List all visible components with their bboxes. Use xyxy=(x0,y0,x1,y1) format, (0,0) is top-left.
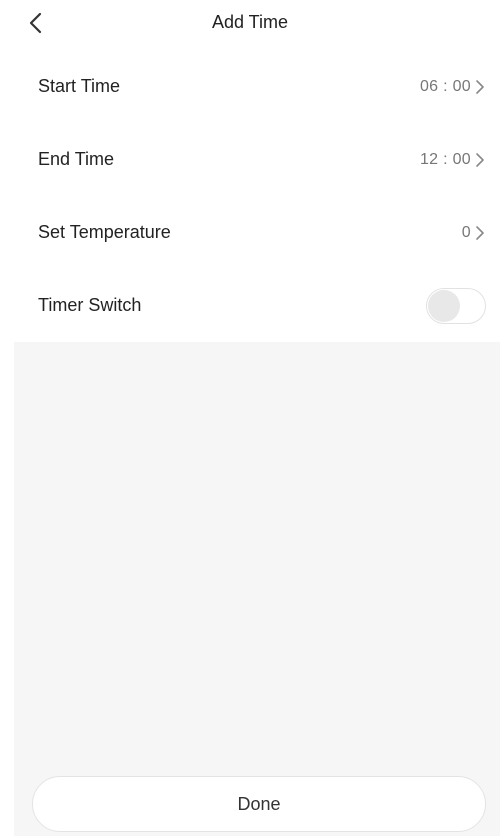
start-time-value: 06 : 00 xyxy=(419,77,471,95)
start-time-label: Start Time xyxy=(38,76,121,96)
end-time-row[interactable]: End Time 12 : 00 xyxy=(0,123,500,196)
chevron-right-icon xyxy=(474,224,486,242)
settings-list: Start Time 06 : 00 End Time 12 : 00 Set … xyxy=(0,50,500,342)
set-temperature-label: Set Temperature xyxy=(38,222,171,242)
set-temperature-value: 0 xyxy=(461,223,471,241)
set-temperature-row[interactable]: Set Temperature 0 xyxy=(0,196,500,269)
page-title: Add Time xyxy=(211,12,289,32)
done-button[interactable]: Done xyxy=(32,776,486,832)
nav-header: Add Time xyxy=(0,0,500,46)
start-time-row[interactable]: Start Time 06 : 00 xyxy=(0,50,500,123)
chevron-right-icon xyxy=(474,78,486,96)
empty-content-panel xyxy=(14,342,500,836)
timer-switch-row: Timer Switch xyxy=(0,269,500,342)
end-time-label: End Time xyxy=(38,149,115,169)
timer-switch-label: Timer Switch xyxy=(38,295,142,315)
toggle-knob xyxy=(428,289,460,322)
chevron-right-icon xyxy=(474,151,486,169)
end-time-value: 12 : 00 xyxy=(419,150,471,168)
timer-switch-toggle[interactable] xyxy=(426,287,486,324)
